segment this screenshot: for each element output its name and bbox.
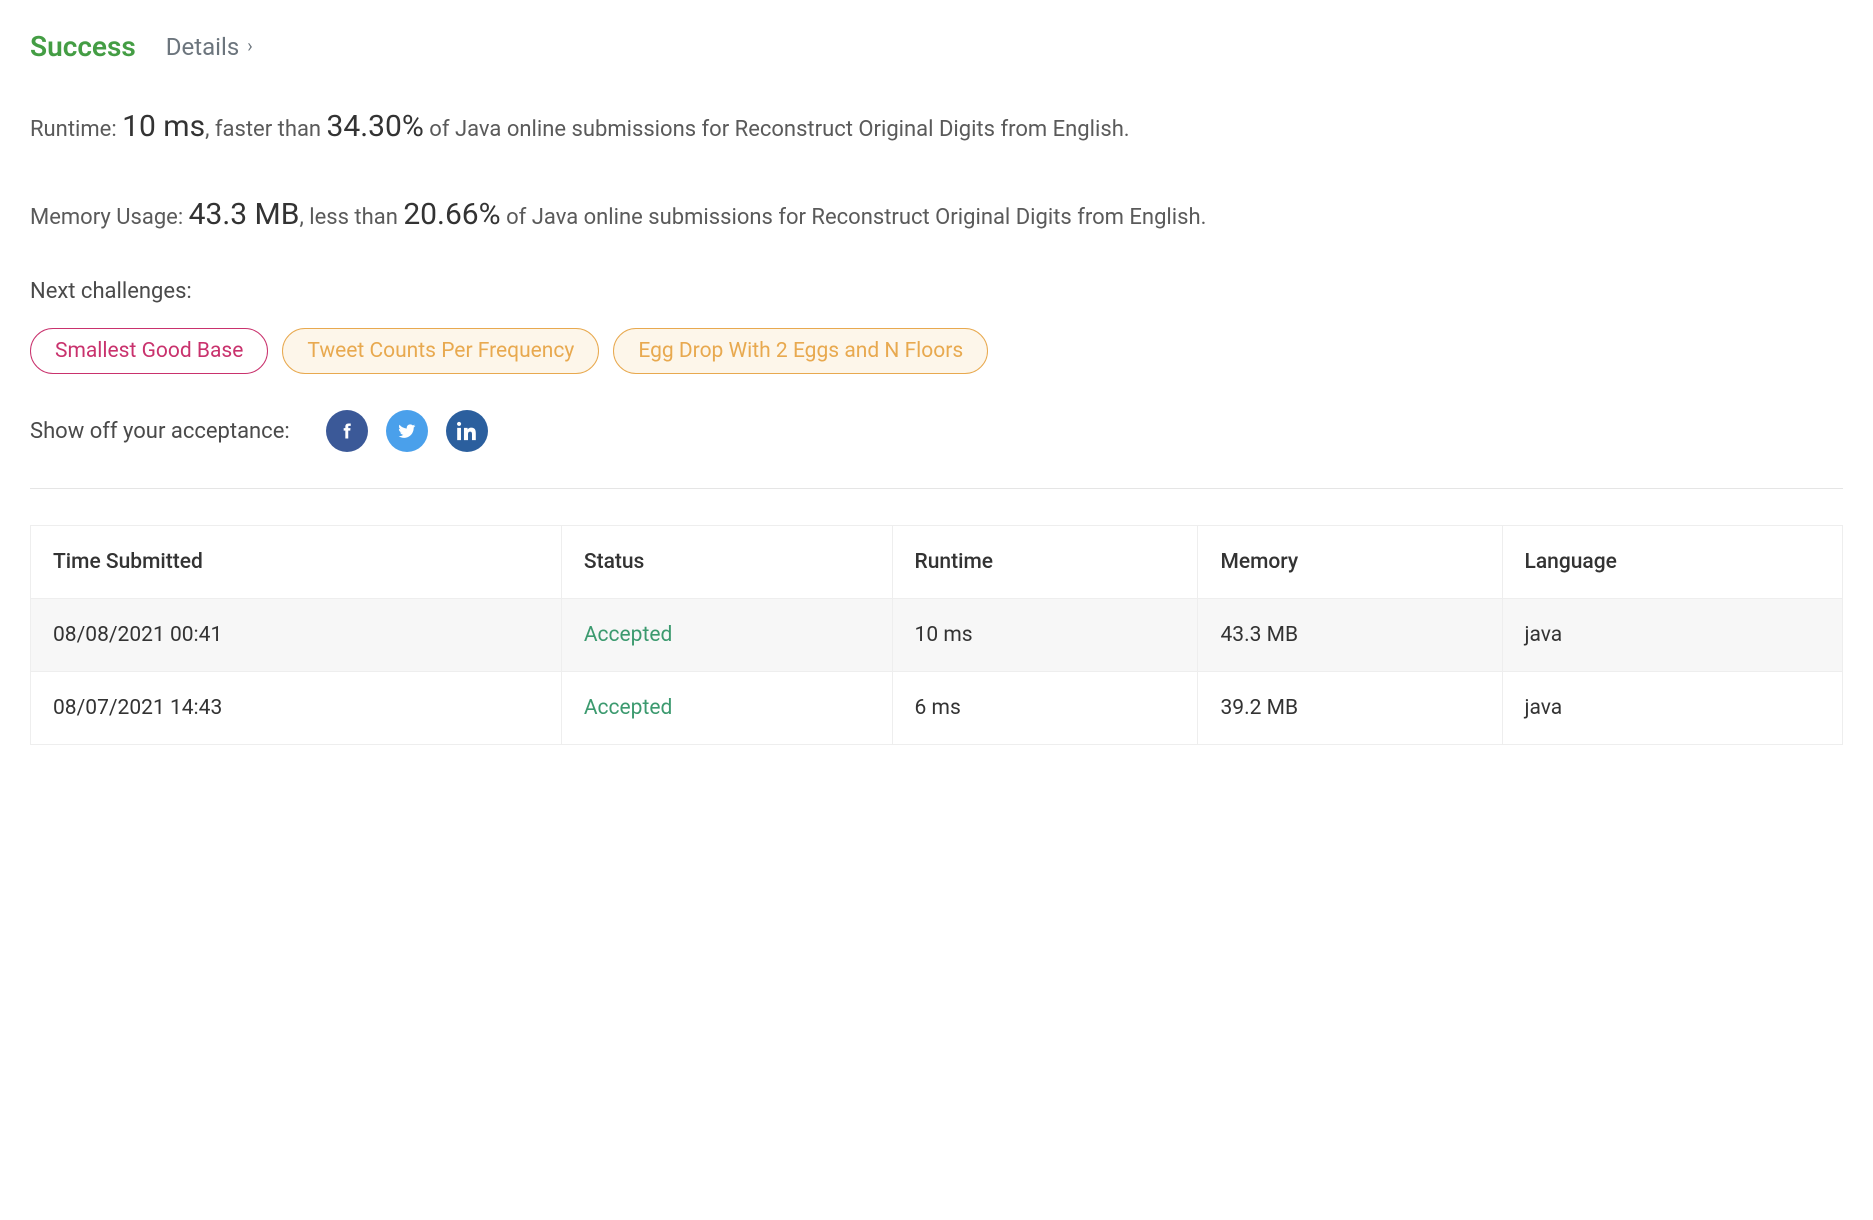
cell-time: 08/07/2021 14:43	[31, 672, 562, 745]
col-time: Time Submitted	[31, 526, 562, 599]
status-success: Success	[30, 30, 136, 63]
col-language: Language	[1502, 526, 1843, 599]
next-challenges-label: Next challenges:	[30, 279, 1843, 304]
cell-runtime: 10 ms	[892, 599, 1198, 672]
challenge-pills: Smallest Good Base Tweet Counts Per Freq…	[30, 328, 1843, 374]
memory-line: Memory Usage: 43.3 MB, less than 20.66% …	[30, 191, 1843, 239]
runtime-line: Runtime: 10 ms, faster than 34.30% of Ja…	[30, 103, 1843, 151]
chevron-right-icon: ›	[247, 36, 252, 57]
result-header: Success Details ›	[30, 30, 1843, 63]
challenge-pill[interactable]: Smallest Good Base	[30, 328, 268, 374]
cell-memory: 39.2 MB	[1198, 672, 1502, 745]
details-link[interactable]: Details ›	[166, 33, 253, 61]
runtime-percent: 34.30%	[327, 109, 424, 144]
divider	[30, 488, 1843, 489]
col-memory: Memory	[1198, 526, 1502, 599]
runtime-tail: of Java online submissions for Reconstru…	[424, 117, 1130, 142]
memory-label: Memory Usage:	[30, 205, 189, 230]
runtime-value: 10 ms	[122, 109, 205, 144]
cell-language: java	[1502, 599, 1843, 672]
cell-memory: 43.3 MB	[1198, 599, 1502, 672]
cell-status[interactable]: Accepted	[561, 599, 892, 672]
table-row[interactable]: 08/07/2021 14:43 Accepted 6 ms 39.2 MB j…	[31, 672, 1843, 745]
cell-runtime: 6 ms	[892, 672, 1198, 745]
table-row[interactable]: 08/08/2021 00:41 Accepted 10 ms 43.3 MB …	[31, 599, 1843, 672]
col-status: Status	[561, 526, 892, 599]
challenge-pill[interactable]: Tweet Counts Per Frequency	[282, 328, 599, 374]
cell-time: 08/08/2021 00:41	[31, 599, 562, 672]
table-header-row: Time Submitted Status Runtime Memory Lan…	[31, 526, 1843, 599]
details-label: Details	[166, 33, 239, 61]
runtime-label: Runtime:	[30, 117, 122, 142]
memory-comma: , less than	[299, 205, 403, 230]
memory-percent: 20.66%	[403, 197, 500, 232]
share-icons	[326, 410, 488, 452]
challenge-pill[interactable]: Egg Drop With 2 Eggs and N Floors	[613, 328, 988, 374]
facebook-icon[interactable]	[326, 410, 368, 452]
share-label: Show off your acceptance:	[30, 419, 290, 444]
twitter-icon[interactable]	[386, 410, 428, 452]
col-runtime: Runtime	[892, 526, 1198, 599]
runtime-comma: , faster than	[205, 117, 326, 142]
cell-status[interactable]: Accepted	[561, 672, 892, 745]
memory-value: 43.3 MB	[189, 197, 300, 232]
linkedin-icon[interactable]	[446, 410, 488, 452]
submissions-table: Time Submitted Status Runtime Memory Lan…	[30, 525, 1843, 745]
cell-language: java	[1502, 672, 1843, 745]
memory-tail: of Java online submissions for Reconstru…	[501, 205, 1207, 230]
share-row: Show off your acceptance:	[30, 410, 1843, 452]
